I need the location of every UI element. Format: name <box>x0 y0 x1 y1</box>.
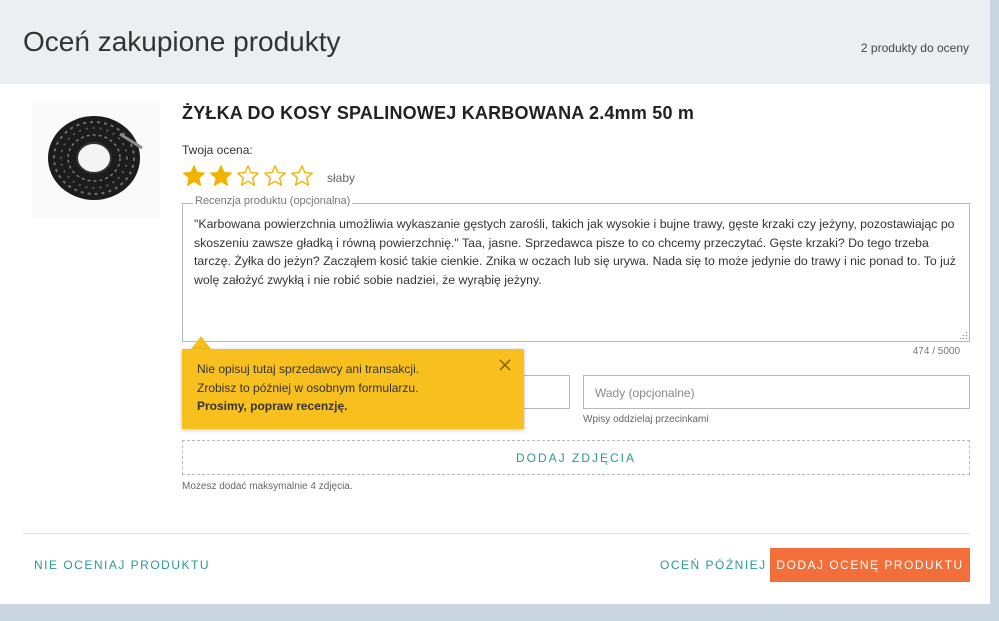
skip-rating-button[interactable]: NIE OCENIAJ PRODUKTU <box>34 558 210 572</box>
rating-word: słaby <box>327 171 356 185</box>
products-count: 2 produkty do oceny <box>860 41 969 55</box>
trimmer-line-spool-icon <box>48 116 143 200</box>
photos-hint: Możesz dodać maksymalnie 4 zdjęcia. <box>182 481 353 492</box>
char-counter: 474 / 5000 <box>912 346 960 357</box>
close-icon[interactable] <box>498 358 512 372</box>
tooltip-line-1: Nie opisuj tutaj sprzedawcy ani transakc… <box>197 362 420 376</box>
modal-header: Oceń zakupione produkty 2 produkty do oc… <box>0 0 990 84</box>
star-1-icon[interactable] <box>182 164 209 192</box>
cons-field[interactable]: Wady (opcjonalne) <box>583 375 970 409</box>
rating-label: Twoja ocena: <box>182 143 253 157</box>
star-2-icon[interactable] <box>209 164 236 192</box>
page-backdrop <box>990 0 999 621</box>
resize-grip-icon[interactable] <box>959 331 968 340</box>
tooltip-line-2: Zrobisz to później w osobnym formularzu. <box>197 380 419 395</box>
star-4-icon[interactable] <box>263 164 290 192</box>
product-image <box>32 100 160 218</box>
footer-divider <box>23 533 970 534</box>
review-warning-tooltip: Nie opisuj tutaj sprzedawcy ani transakc… <box>182 349 524 429</box>
rate-later-button[interactable]: OCEŃ PÓŹNIEJ <box>660 558 767 572</box>
review-legend: Recenzja produktu (opcjonalna) <box>193 195 353 207</box>
page-title: Oceń zakupione produkty <box>23 26 341 57</box>
review-text[interactable]: "Karbowana powierzchnia umożliwia wykasz… <box>194 215 959 289</box>
rate-products-modal: Oceń zakupione produkty 2 produkty do oc… <box>0 0 990 604</box>
cons-hint: Wpisy oddzielaj przecinkami <box>583 414 709 425</box>
tooltip-line-3: Prosimy, popraw recenzję. <box>197 399 348 413</box>
submit-rating-button[interactable]: DODAJ OCENĘ PRODUKTU <box>770 548 970 582</box>
star-3-icon[interactable] <box>236 164 263 192</box>
product-name: ŻYŁKA DO KOSY SPALINOWEJ KARBOWANA 2.4mm… <box>182 103 695 123</box>
add-photos-button[interactable]: DODAJ ZDJĘCIA <box>182 440 970 475</box>
tooltip-arrow <box>191 336 211 349</box>
star-5-icon[interactable] <box>290 164 317 192</box>
star-rating: słaby <box>182 164 355 192</box>
